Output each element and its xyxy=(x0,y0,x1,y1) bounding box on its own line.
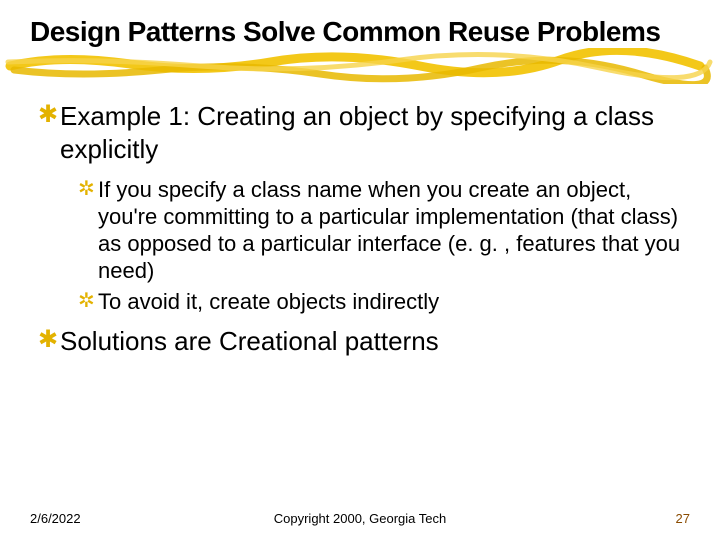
bullet-text: Solutions are Creational patterns xyxy=(60,325,439,358)
slide: Design Patterns Solve Common Reuse Probl… xyxy=(0,0,720,540)
sub-bullet-item: ✲ If you specify a class name when you c… xyxy=(78,177,682,284)
bullet-text: Example 1: Creating an object by specify… xyxy=(60,100,682,165)
y-bullet-icon: ✲ xyxy=(78,289,98,314)
sub-bullet-text: If you specify a class name when you cre… xyxy=(98,177,682,284)
title-underline xyxy=(0,54,720,82)
slide-body: ✱ Example 1: Creating an object by speci… xyxy=(30,100,690,358)
z-bullet-icon: ✱ xyxy=(38,325,60,355)
footer-copyright: Copyright 2000, Georgia Tech xyxy=(0,511,720,526)
bullet-item: ✱ Example 1: Creating an object by speci… xyxy=(38,100,682,165)
slide-title: Design Patterns Solve Common Reuse Probl… xyxy=(30,16,690,48)
sub-bullet-list: ✲ If you specify a class name when you c… xyxy=(78,177,682,315)
y-bullet-icon: ✲ xyxy=(78,177,98,202)
bullet-item: ✱ Solutions are Creational patterns xyxy=(38,325,682,358)
sub-bullet-item: ✲ To avoid it, create objects indirectly xyxy=(78,289,682,316)
slide-footer: 2/6/2022 Copyright 2000, Georgia Tech 27 xyxy=(0,511,720,526)
footer-page-number: 27 xyxy=(676,511,690,526)
sub-bullet-text: To avoid it, create objects indirectly xyxy=(98,289,439,316)
z-bullet-icon: ✱ xyxy=(38,100,60,130)
